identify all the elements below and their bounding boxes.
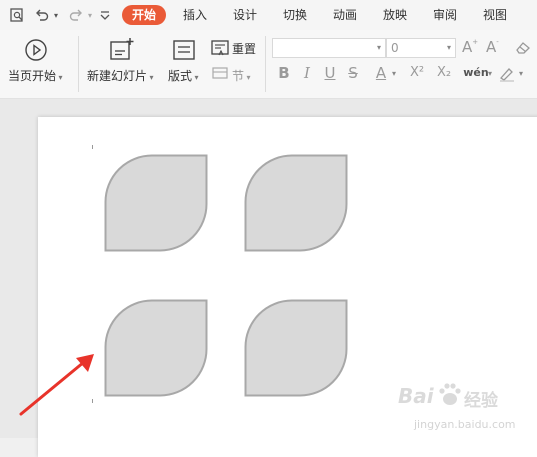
leaf-shape[interactable] <box>244 299 348 397</box>
watermark-brand: Bai <box>398 384 434 408</box>
phonetic-dropdown-icon[interactable]: ▾ <box>488 69 492 78</box>
leaf-shape[interactable] <box>244 154 348 252</box>
tab-design[interactable]: 设计 <box>228 5 262 25</box>
red-arrow-annotation <box>19 354 94 416</box>
highlight-icon[interactable] <box>498 64 516 82</box>
tab-slideshow[interactable]: 放映 <box>378 5 412 25</box>
tab-insert[interactable]: 插入 <box>178 5 212 25</box>
clear-formatting-icon[interactable] <box>514 39 532 55</box>
superscript-button[interactable]: X² <box>406 64 428 82</box>
font-color-dropdown-icon[interactable]: ▾ <box>392 69 396 78</box>
section-icon[interactable] <box>212 66 228 80</box>
bold-button[interactable]: B <box>276 64 292 82</box>
tab-review[interactable]: 审阅 <box>428 5 462 25</box>
undo-dropdown-icon[interactable]: ▾ <box>51 6 61 24</box>
ribbon-toolbar <box>0 30 537 99</box>
tab-view[interactable]: 视图 <box>478 5 512 25</box>
layout-icon[interactable] <box>172 39 196 61</box>
new-slide-button[interactable]: 新建幻灯片 ▾ <box>87 67 154 84</box>
redo-icon[interactable] <box>67 6 85 24</box>
reset-icon[interactable] <box>211 40 229 56</box>
new-slide-icon[interactable] <box>109 37 135 63</box>
italic-button[interactable]: I <box>299 64 315 82</box>
print-preview-icon[interactable] <box>8 6 26 24</box>
phonetic-guide-button[interactable]: wén <box>463 64 489 82</box>
font-color-button[interactable]: A <box>373 64 389 82</box>
undo-icon[interactable] <box>33 6 51 24</box>
tab-transition[interactable]: 切换 <box>278 5 312 25</box>
underline-button[interactable]: U <box>322 64 338 82</box>
watermark: Bai 经验 jingyan.baidu.com <box>398 378 528 436</box>
font-size-value: 0 <box>391 41 399 55</box>
strikethrough-button[interactable]: S <box>345 64 361 82</box>
customize-toolbar-icon[interactable] <box>96 6 114 24</box>
ribbon-divider <box>78 36 79 92</box>
paw-logo-icon <box>439 383 461 405</box>
play-from-current-button[interactable]: 当页开始 ▾ <box>8 67 63 84</box>
increase-font-size-icon[interactable]: A+ <box>462 38 480 56</box>
layout-button[interactable]: 版式 ▾ <box>168 67 199 84</box>
chevron-down-icon: ▾ <box>446 43 451 52</box>
decrease-font-size-icon[interactable]: A- <box>486 38 504 56</box>
font-size-select[interactable]: 0 ▾ <box>386 38 456 58</box>
subscript-button[interactable]: X₂ <box>433 64 455 82</box>
tab-home[interactable]: 开始 <box>122 5 166 25</box>
font-name-select[interactable]: ▾ <box>272 38 386 58</box>
watermark-brand-cn: 经验 <box>464 391 498 411</box>
play-icon[interactable] <box>24 38 48 62</box>
chevron-down-icon: ▾ <box>376 43 381 52</box>
leaf-shape[interactable] <box>104 154 208 252</box>
tab-animation[interactable]: 动画 <box>328 5 362 25</box>
section-button[interactable]: 节 ▾ <box>232 67 251 84</box>
highlight-dropdown-icon[interactable]: ▾ <box>519 69 523 78</box>
redo-dropdown-icon[interactable]: ▾ <box>85 6 95 24</box>
ribbon-divider <box>265 36 266 92</box>
watermark-url: jingyan.baidu.com <box>414 418 516 431</box>
reset-button[interactable]: 重置 <box>232 40 256 57</box>
placeholder-corner-mark <box>92 145 93 149</box>
leaf-shape[interactable] <box>104 299 208 397</box>
menu-bar: ▾ ▾ 开始 插入 设计 切换 动画 放映 审阅 视图 <box>0 0 537 30</box>
